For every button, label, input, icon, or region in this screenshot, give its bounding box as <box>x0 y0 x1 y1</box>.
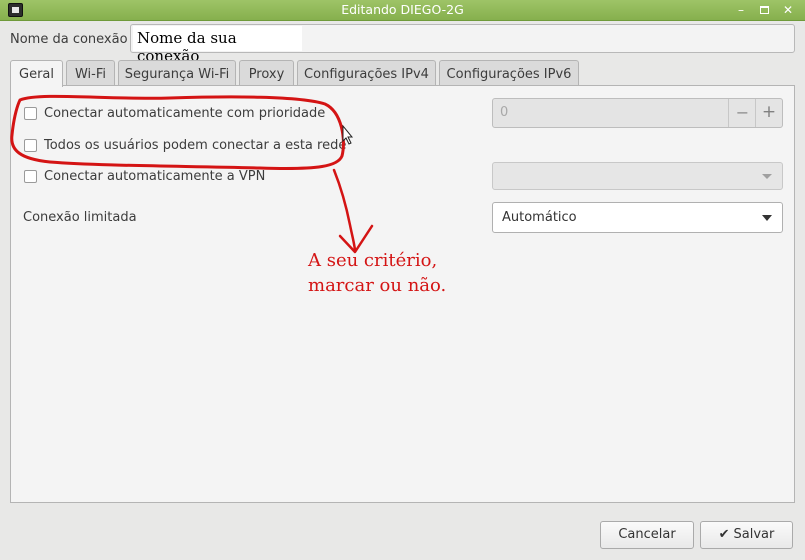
annotation-text: A seu critério, marcar ou não. <box>308 248 446 298</box>
all-users-row[interactable]: Todos os usuários podem conectar a esta … <box>24 138 346 153</box>
priority-spinbox: 0 − + <box>492 98 783 128</box>
cancel-button[interactable]: Cancelar <box>600 521 694 549</box>
auto-vpn-row[interactable]: Conectar automaticamente a VPN <box>24 169 265 184</box>
tab-ipv6-settings[interactable]: Configurações IPv6 <box>439 60 579 86</box>
metered-select[interactable]: Automático <box>492 202 783 233</box>
priority-value: 0 <box>493 99 729 127</box>
auto-connect-checkbox[interactable] <box>24 107 37 120</box>
connection-name-input[interactable]: Nome da sua conexão <box>130 24 795 65</box>
auto-vpn-label: Conectar automaticamente a VPN <box>44 169 266 184</box>
tab-ipv4-settings[interactable]: Configurações IPv4 <box>297 60 436 86</box>
minimize-button[interactable]: – <box>733 3 749 17</box>
tab-general[interactable]: Geral <box>10 60 63 87</box>
tab-wifi-security[interactable]: Segurança Wi-Fi <box>118 60 236 86</box>
auto-connect-row[interactable]: Conectar automaticamente com prioridade <box>24 106 325 121</box>
close-button[interactable]: ✕ <box>780 3 796 17</box>
priority-decrement-button[interactable]: − <box>730 99 756 127</box>
chevron-down-icon <box>762 215 772 221</box>
save-button[interactable]: ✔ Salvar <box>700 521 793 549</box>
connection-name-label: Nome da conexão <box>10 32 128 47</box>
checkmark-icon: ✔ <box>718 527 730 542</box>
tab-proxy[interactable]: Proxy <box>239 60 294 86</box>
save-label: Salvar <box>733 527 775 542</box>
title-bar[interactable]: Editando DIEGO-2G – ✕ <box>0 0 805 21</box>
vpn-select <box>492 162 783 190</box>
maximize-icon <box>759 6 769 14</box>
annotation-line-2: marcar ou não. <box>308 275 447 296</box>
priority-increment-button[interactable]: + <box>756 99 782 127</box>
metered-value: Automático <box>502 210 577 225</box>
all-users-checkbox[interactable] <box>24 139 37 152</box>
connection-name-value: Nome da sua conexão <box>133 26 302 65</box>
tab-wifi[interactable]: Wi-Fi <box>66 60 115 86</box>
metered-label: Conexão limitada <box>23 210 137 225</box>
auto-connect-label: Conectar automaticamente com prioridade <box>44 106 326 121</box>
annotation-line-1: A seu critério, <box>308 250 438 271</box>
window-title: Editando DIEGO-2G <box>341 2 464 17</box>
chevron-down-icon <box>762 174 772 179</box>
auto-vpn-checkbox[interactable] <box>24 170 37 183</box>
maximize-button[interactable] <box>756 3 772 17</box>
all-users-label: Todos os usuários podem conectar a esta … <box>44 138 347 153</box>
